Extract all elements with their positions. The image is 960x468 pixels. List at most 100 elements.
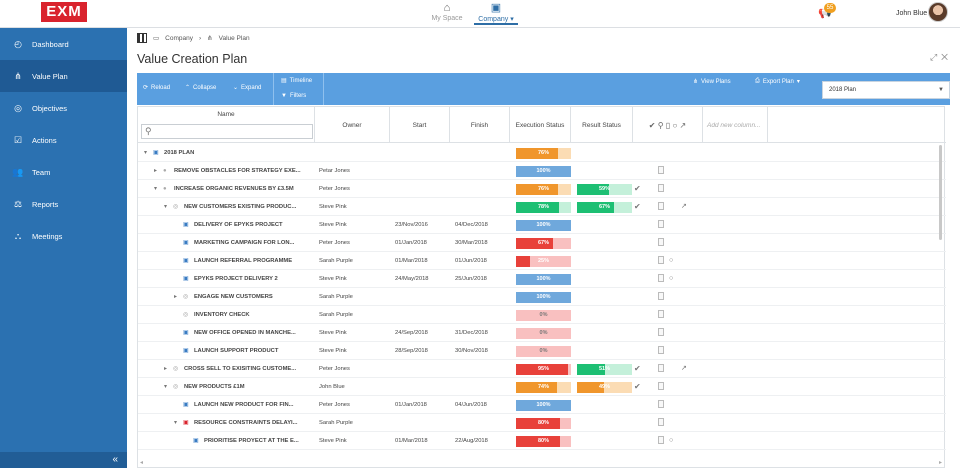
sidebar-item-value-plan[interactable]: ⋔ Value Plan	[0, 60, 127, 92]
expand-icon[interactable]: ⤢	[930, 52, 941, 62]
close-icon[interactable]: ✕	[941, 52, 952, 62]
expand-toggle-icon[interactable]: ▸	[154, 162, 157, 180]
table-row[interactable]: ▸ ◎ CROSS SELL TO EXISITING CUSTOME... Pete…	[138, 360, 946, 378]
collapse-sidebar-button[interactable]: «	[0, 452, 127, 468]
export-plan-button[interactable]: ⎙ Export Plan ▾	[755, 78, 800, 85]
row-name[interactable]: DELIVERY OF EPYKS PROJECT	[194, 216, 283, 234]
table-row[interactable]: ▾ ● INCREASE ORGANIC REVENUES BY £3.5M Pete…	[138, 180, 946, 198]
table-row[interactable]: ▣ LAUNCH REFERRAL PROGRAMME Sarah Purple 01…	[138, 252, 946, 270]
comment-icon[interactable]: ○	[669, 432, 673, 450]
table-row[interactable]: ◎ INVENTORY CHECK Sarah Purple 0%	[138, 306, 946, 324]
external-link-icon[interactable]: ↗	[681, 360, 687, 378]
document-icon[interactable]	[658, 274, 664, 282]
document-icon[interactable]	[658, 400, 664, 408]
row-name[interactable]: INVENTORY CHECK	[194, 306, 250, 324]
document-icon[interactable]	[658, 238, 664, 246]
document-icon[interactable]	[658, 310, 664, 318]
external-link-icon[interactable]: ↗	[681, 198, 687, 216]
exm-logo[interactable]: EXM	[41, 2, 87, 22]
table-row[interactable]: ▣ LAUNCH NEW PRODUCT FOR FIN... Peter Jone…	[138, 396, 946, 414]
avatar[interactable]	[928, 2, 948, 22]
scroll-right-icon[interactable]: ▸	[939, 459, 942, 466]
document-icon[interactable]	[658, 166, 664, 174]
apps-grid-icon[interactable]	[137, 33, 147, 43]
nav-my-space[interactable]: ⌂ My Space	[428, 2, 466, 25]
reload-button[interactable]: ⟳ Reload	[143, 84, 170, 92]
comment-icon[interactable]: ○	[669, 252, 673, 270]
column-finish-header[interactable]: Finish	[450, 107, 510, 143]
search-input[interactable]: ⚲	[141, 124, 313, 139]
timeline-button[interactable]: ▤ Timeline	[281, 77, 312, 85]
row-name[interactable]: RESOURCE CONSTRAINTS DELAYI...	[194, 414, 298, 432]
add-column-input[interactable]: Add new column...	[703, 107, 768, 143]
row-name[interactable]: NEW CUSTOMERS EXISTING PRODUC...	[184, 198, 296, 216]
expand-toggle-icon[interactable]: ▸	[164, 360, 167, 378]
table-row[interactable]: ▣ NEW OFFICE OPENED IN MANCHE... Steve Pin…	[138, 324, 946, 342]
table-row[interactable]: ▾ ▣ 2018 PLAN 76%	[138, 144, 946, 162]
filters-button[interactable]: ▼ Filters	[281, 93, 306, 99]
row-name[interactable]: NEW PRODUCTS £1M	[184, 378, 245, 396]
sidebar-item-reports[interactable]: ⚖ Reports	[0, 188, 127, 220]
expand-button[interactable]: ⌄ Expand	[233, 84, 261, 92]
comment-icon[interactable]: ○	[669, 270, 673, 288]
table-row[interactable]: ▣ LAUNCH SUPPORT PRODUCT Steve Pink 28/Sep/…	[138, 342, 946, 360]
document-icon[interactable]	[658, 364, 664, 372]
document-icon[interactable]	[658, 256, 664, 264]
horizontal-scrollbar[interactable]: ◂ ▸	[138, 459, 946, 467]
row-name[interactable]: INCREASE ORGANIC REVENUES BY £3.5M	[174, 180, 294, 198]
check-icon[interactable]: ✔	[634, 378, 641, 396]
row-name[interactable]: ENGAGE NEW CUSTOMERS	[194, 288, 273, 306]
column-owner-header[interactable]: Owner	[315, 107, 390, 143]
breadcrumb-company[interactable]: Company	[165, 35, 193, 42]
document-icon[interactable]	[658, 202, 664, 210]
document-icon[interactable]	[658, 184, 664, 192]
view-plans-button[interactable]: ⋔ View Plans	[693, 78, 731, 86]
scroll-left-icon[interactable]: ◂	[140, 459, 143, 466]
document-icon[interactable]	[658, 220, 664, 228]
table-row[interactable]: ▾ ◎ NEW CUSTOMERS EXISTING PRODUC... Steve …	[138, 198, 946, 216]
table-row[interactable]: ▣ EPYKS PROJECT DELIVERY 2 Steve Pink 24/Ma…	[138, 270, 946, 288]
expand-toggle-icon[interactable]: ▸	[174, 288, 177, 306]
column-result-header[interactable]: Result Status	[571, 107, 633, 143]
row-name[interactable]: PRIORITISE PROYECT AT THE E...	[204, 432, 299, 450]
expand-toggle-icon[interactable]: ▾	[164, 198, 167, 216]
column-start-header[interactable]: Start	[390, 107, 450, 143]
sidebar-item-actions[interactable]: ☑ Actions	[0, 124, 127, 156]
row-name[interactable]: LAUNCH SUPPORT PRODUCT	[194, 342, 278, 360]
check-icon[interactable]: ✔	[634, 360, 641, 378]
expand-toggle-icon[interactable]: ▾	[164, 378, 167, 396]
sidebar-item-team[interactable]: 👥 Team	[0, 156, 127, 188]
document-icon[interactable]	[658, 382, 664, 390]
row-name[interactable]: LAUNCH NEW PRODUCT FOR FIN...	[194, 396, 294, 414]
row-name[interactable]: NEW OFFICE OPENED IN MANCHE...	[194, 324, 296, 342]
row-name[interactable]: LAUNCH REFERRAL PROGRAMME	[194, 252, 292, 270]
nav-company[interactable]: ▣ Company ▾	[474, 2, 518, 25]
column-execution-header[interactable]: Execution Status	[510, 107, 571, 143]
expand-toggle-icon[interactable]: ▾	[174, 414, 177, 432]
vertical-scrollbar[interactable]	[938, 143, 944, 343]
notifications-button[interactable]: 📢 55	[818, 3, 836, 19]
expand-toggle-icon[interactable]: ▾	[154, 180, 157, 198]
check-icon[interactable]: ✔	[634, 180, 641, 198]
scrollbar-thumb[interactable]	[939, 145, 942, 240]
row-name[interactable]: MARKETING CAMPAIGN FOR LON...	[194, 234, 294, 252]
row-name[interactable]: CROSS SELL TO EXISITING CUSTOME...	[184, 360, 296, 378]
row-name[interactable]: EPYKS PROJECT DELIVERY 2	[194, 270, 278, 288]
sidebar-item-dashboard[interactable]: ◴ Dashboard	[0, 28, 127, 60]
expand-toggle-icon[interactable]: ▾	[144, 144, 147, 162]
table-row[interactable]: ▣ PRIORITISE PROYECT AT THE E... Steve Pin…	[138, 432, 946, 450]
document-icon[interactable]	[658, 436, 664, 444]
sidebar-item-objectives[interactable]: ◎ Objectives	[0, 92, 127, 124]
plan-select[interactable]: 2018 Plan ▼	[822, 81, 950, 99]
document-icon[interactable]	[658, 346, 664, 354]
table-row[interactable]: ▸ ◎ ENGAGE NEW CUSTOMERS Sarah Purple 100%	[138, 288, 946, 306]
user-name[interactable]: John Blue	[896, 10, 927, 17]
table-row[interactable]: ▣ MARKETING CAMPAIGN FOR LON... Peter Jone…	[138, 234, 946, 252]
row-name[interactable]: 2018 PLAN	[164, 144, 194, 162]
table-row[interactable]: ▾ ▣ RESOURCE CONSTRAINTS DELAYI... Sarah Pu…	[138, 414, 946, 432]
table-row[interactable]: ▸ ● REMOVE OBSTACLES FOR STRATEGY EXE... Pe…	[138, 162, 946, 180]
document-icon[interactable]	[658, 292, 664, 300]
collapse-button[interactable]: ⌃ Collapse	[185, 84, 216, 92]
check-icon[interactable]: ✔	[634, 198, 641, 216]
table-row[interactable]: ▣ DELIVERY OF EPYKS PROJECT Steve Pink 23/N…	[138, 216, 946, 234]
